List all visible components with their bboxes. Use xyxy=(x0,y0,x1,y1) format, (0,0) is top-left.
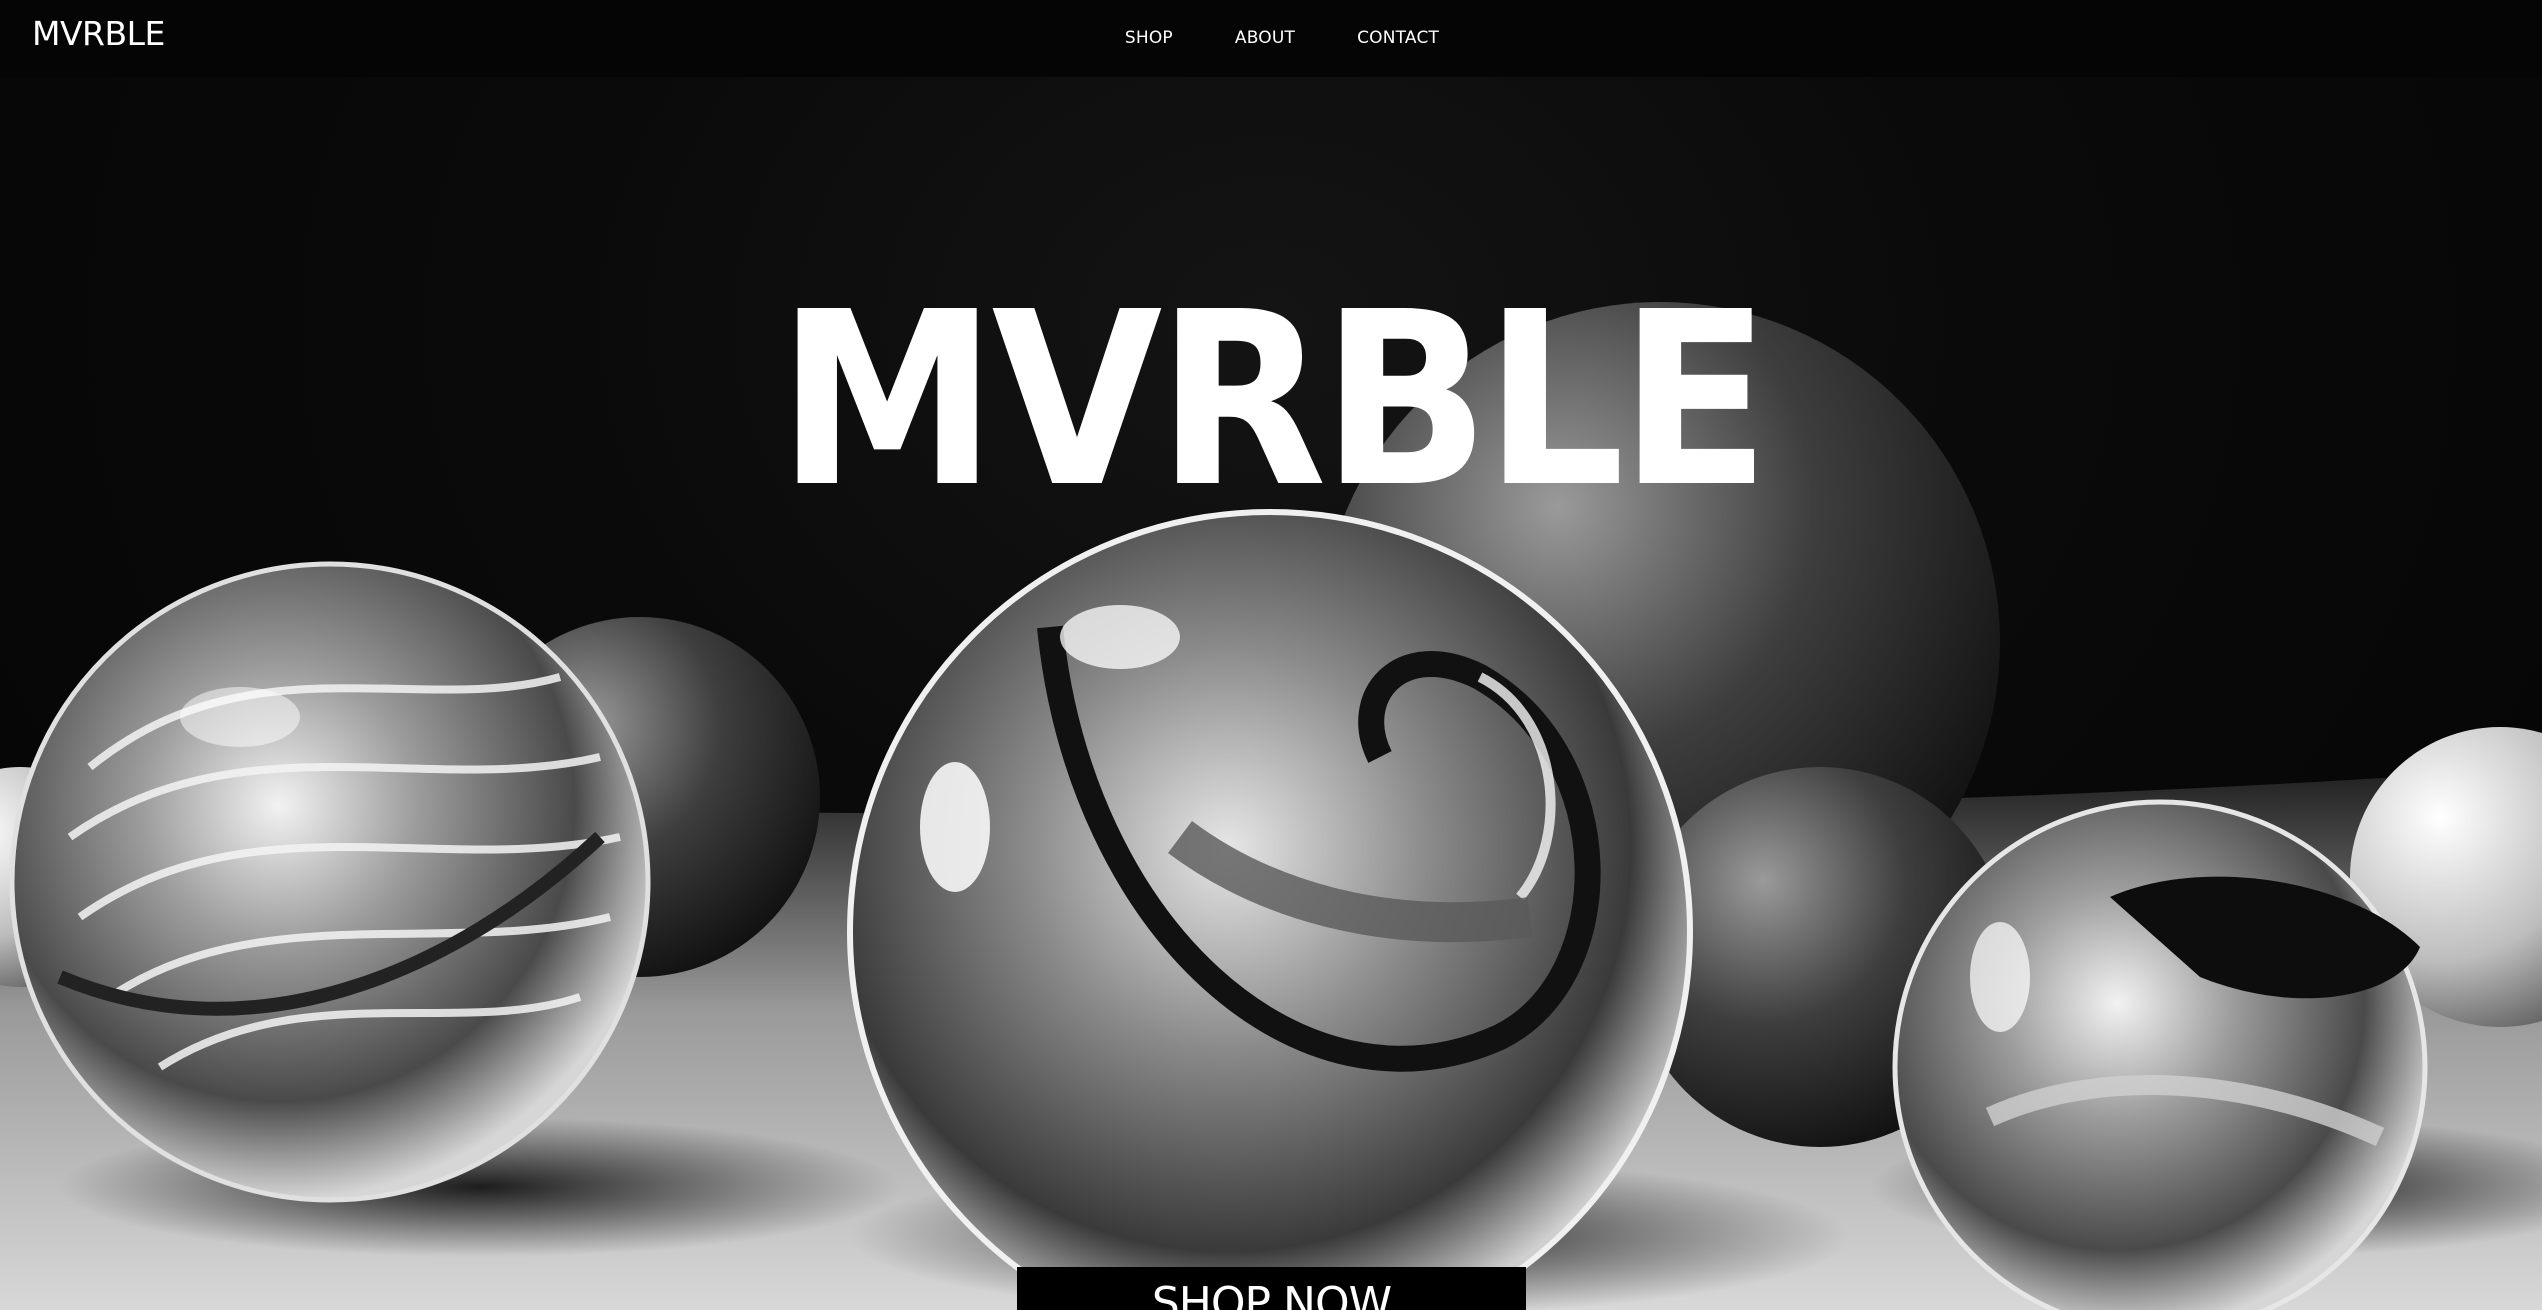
page: MVRBLE SHOP ABOUT CONTACT MVRBLE SHOP NO… xyxy=(0,0,2542,1310)
nav-link-about[interactable]: ABOUT xyxy=(1235,0,1295,77)
nav-link-contact[interactable]: CONTACT xyxy=(1357,0,1439,77)
main-nav: SHOP ABOUT CONTACT xyxy=(0,0,2542,77)
nav-link-shop[interactable]: SHOP xyxy=(1125,0,1173,77)
hero-section: MVRBLE SHOP NOW xyxy=(0,77,2542,1310)
top-navigation-bar: MVRBLE SHOP ABOUT CONTACT xyxy=(0,0,2542,77)
hero-title: MVRBLE xyxy=(777,260,1770,540)
shop-now-button[interactable]: SHOP NOW xyxy=(1017,1267,1526,1310)
